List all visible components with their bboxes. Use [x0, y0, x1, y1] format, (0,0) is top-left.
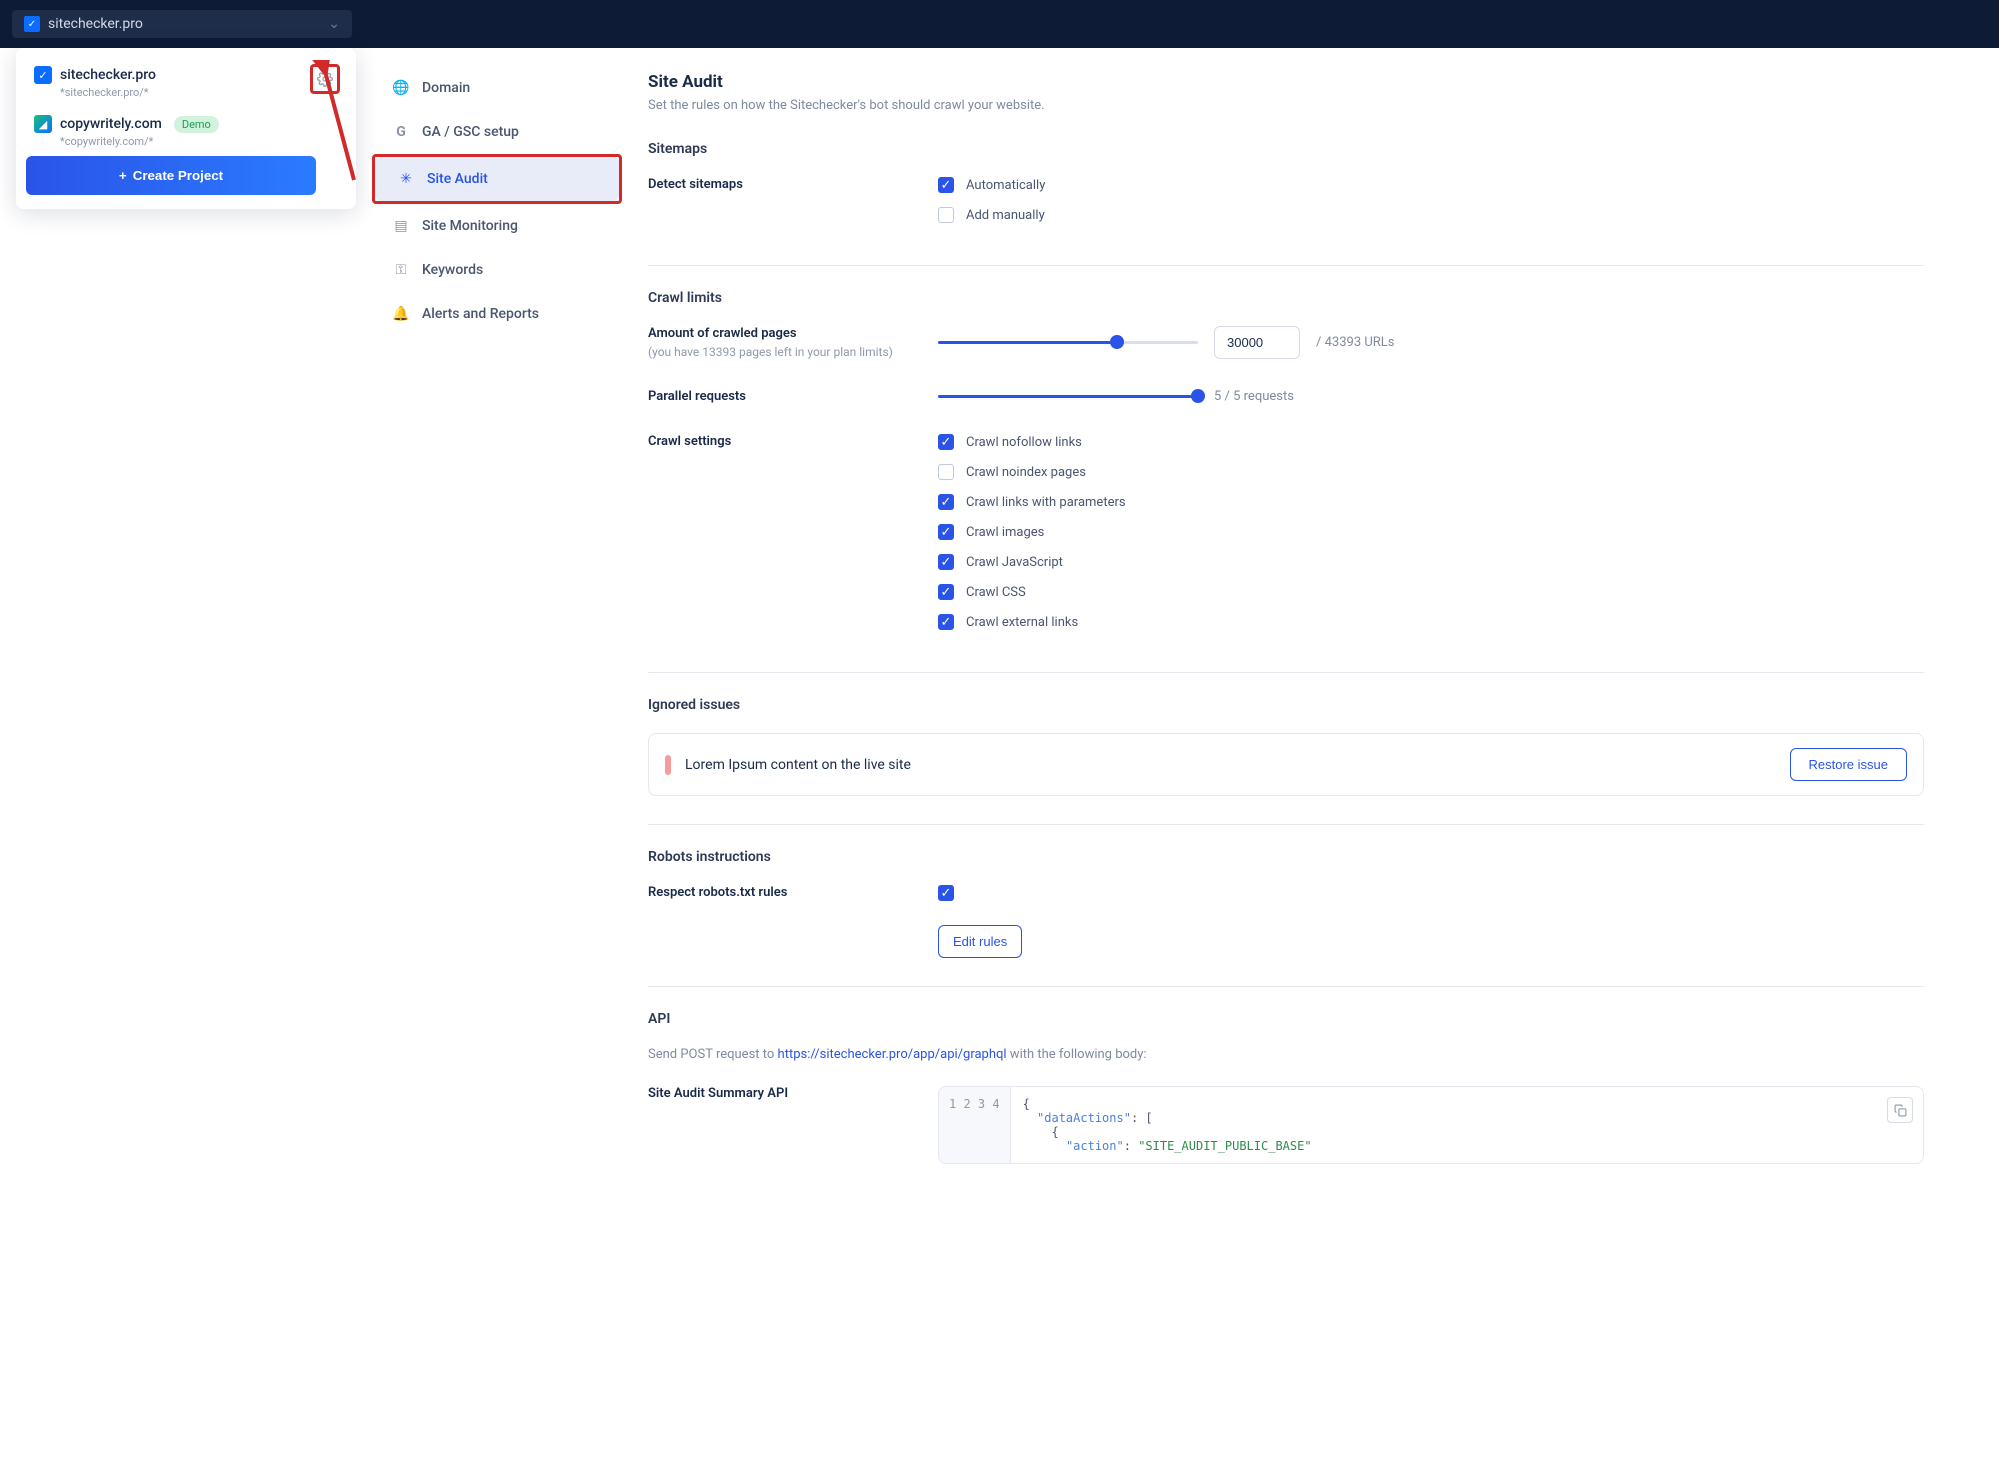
- code-body: { "dataActions": [ { "action": "SITE_AUD…: [1011, 1087, 1324, 1163]
- sidebar-item-keywords[interactable]: ⚿ Keywords: [370, 248, 624, 292]
- option-label: Crawl JavaScript: [966, 555, 1063, 570]
- check-icon: ✓: [24, 16, 40, 32]
- checkbox[interactable]: ✓: [938, 434, 954, 450]
- section-crawl-limits: Crawl limits Amount of crawled pages (yo…: [648, 290, 1924, 673]
- api-description: Send POST request to https://sitechecker…: [648, 1047, 1924, 1062]
- option-label: Automatically: [966, 178, 1045, 193]
- respect-robots-checkbox[interactable]: ✓: [938, 885, 954, 901]
- nav-label: GA / GSC setup: [422, 124, 519, 140]
- globe-icon: 🌐: [392, 80, 410, 96]
- section-robots: Robots instructions Respect robots.txt r…: [648, 849, 1924, 987]
- nav-label: Keywords: [422, 262, 483, 278]
- sidebar: 🌐 Domain G GA / GSC setup ✳ Site Audit ▤…: [370, 48, 624, 1204]
- section-api: API Send POST request to https://siteche…: [648, 1011, 1924, 1164]
- project-name: sitechecker.pro: [60, 67, 156, 83]
- project-sub: *sitechecker.pro/*: [26, 86, 346, 99]
- logo-icon: ◢: [34, 115, 52, 133]
- amount-input[interactable]: [1214, 326, 1300, 359]
- detect-sitemaps-label: Detect sitemaps: [648, 177, 938, 192]
- copy-icon[interactable]: [1887, 1097, 1913, 1123]
- parallel-slider[interactable]: [938, 395, 1198, 398]
- checkbox[interactable]: ✓: [938, 524, 954, 540]
- ignored-heading: Ignored issues: [648, 697, 1924, 713]
- nav-label: Site Audit: [427, 171, 488, 187]
- checkbox[interactable]: [938, 207, 954, 223]
- api-endpoint-link[interactable]: https://sitechecker.pro/app/api/graphql: [778, 1047, 1007, 1062]
- checkbox[interactable]: ✓: [938, 554, 954, 570]
- api-summary-label: Site Audit Summary API: [648, 1086, 938, 1101]
- code-gutter: 1 2 3 4: [939, 1087, 1011, 1163]
- main-content: Site Audit Set the rules on how the Site…: [624, 48, 1964, 1204]
- checkbox[interactable]: [938, 464, 954, 480]
- sidebar-item-site-audit[interactable]: ✳ Site Audit: [375, 157, 619, 201]
- sidebar-item-site-monitoring[interactable]: ▤ Site Monitoring: [370, 204, 624, 248]
- sidebar-item-domain[interactable]: 🌐 Domain: [370, 66, 624, 110]
- option-label: Add manually: [966, 208, 1045, 223]
- page-subtitle: Set the rules on how the Sitechecker's b…: [648, 98, 1924, 113]
- parallel-text: 5 / 5 requests: [1214, 389, 1294, 404]
- checkbox[interactable]: ✓: [938, 614, 954, 630]
- site-selector-dropdown[interactable]: ✓ sitechecker.pro ⌄: [12, 10, 352, 38]
- project-item-copywritely[interactable]: ◢ copywritely.com Demo: [26, 107, 346, 135]
- section-sitemaps: Sitemaps Detect sitemaps ✓ Automatically A…: [648, 141, 1924, 266]
- google-icon: G: [392, 124, 410, 140]
- nav-label: Site Monitoring: [422, 218, 518, 234]
- edit-rules-button[interactable]: Edit rules: [938, 925, 1022, 958]
- option-label: Crawl noindex pages: [966, 465, 1086, 480]
- restore-issue-button[interactable]: Restore issue: [1790, 748, 1907, 781]
- bell-icon: 🔔: [392, 306, 410, 322]
- robots-heading: Robots instructions: [648, 849, 1924, 865]
- option-label: Crawl external links: [966, 615, 1078, 630]
- amount-hint: (you have 13393 pages left in your plan …: [648, 345, 938, 359]
- crawl-limits-heading: Crawl limits: [648, 290, 1924, 306]
- respect-robots-label: Respect robots.txt rules: [648, 885, 938, 900]
- checkbox[interactable]: ✓: [938, 177, 954, 193]
- gear-icon[interactable]: [310, 64, 340, 94]
- issue-text: Lorem Ipsum content on the live site: [685, 757, 911, 773]
- option-label: Crawl links with parameters: [966, 495, 1126, 510]
- crawl-settings-label: Crawl settings: [648, 434, 938, 449]
- parallel-label: Parallel requests: [648, 389, 938, 404]
- check-icon: ✓: [34, 66, 52, 84]
- key-icon: ⚿: [392, 262, 410, 278]
- page-title: Site Audit: [648, 72, 1924, 92]
- option-label: Crawl CSS: [966, 585, 1026, 600]
- api-heading: API: [648, 1011, 1924, 1027]
- section-ignored-issues: Ignored issues Lorem Ipsum content on th…: [648, 697, 1924, 825]
- checkbox[interactable]: ✓: [938, 584, 954, 600]
- nav-label: Alerts and Reports: [422, 306, 539, 322]
- projects-dropdown: ✓ sitechecker.pro *sitechecker.pro/* ◢ c…: [16, 48, 356, 209]
- project-name: copywritely.com: [60, 116, 162, 132]
- chevron-down-icon: ⌄: [328, 16, 340, 32]
- severity-pill-icon: [665, 755, 671, 775]
- sitemaps-heading: Sitemaps: [648, 141, 1924, 157]
- amount-suffix: / 43393 URLs: [1316, 335, 1395, 350]
- project-sub: *copywritely.com/*: [26, 135, 346, 148]
- sidebar-item-ga-gsc[interactable]: G GA / GSC setup: [370, 110, 624, 154]
- code-block: 1 2 3 4 { "dataActions": [ { "action": "…: [938, 1086, 1924, 1164]
- plus-icon: +: [119, 168, 127, 183]
- nav-label: Domain: [422, 80, 470, 96]
- option-label: Crawl images: [966, 525, 1044, 540]
- amount-slider[interactable]: [938, 341, 1198, 344]
- project-item-sitechecker[interactable]: ✓ sitechecker.pro: [26, 58, 346, 86]
- sidebar-item-alerts-reports[interactable]: 🔔 Alerts and Reports: [370, 292, 624, 336]
- ignored-issue-row: Lorem Ipsum content on the live site Res…: [648, 733, 1924, 796]
- demo-badge: Demo: [174, 116, 219, 133]
- checkbox[interactable]: ✓: [938, 494, 954, 510]
- create-label: Create Project: [133, 168, 223, 183]
- option-label: Crawl nofollow links: [966, 435, 1082, 450]
- bug-icon: ✳: [397, 171, 415, 187]
- amount-label: Amount of crawled pages: [648, 326, 797, 341]
- chart-icon: ▤: [392, 218, 410, 234]
- current-site-name: sitechecker.pro: [48, 16, 143, 32]
- create-project-button[interactable]: + Create Project: [26, 156, 316, 195]
